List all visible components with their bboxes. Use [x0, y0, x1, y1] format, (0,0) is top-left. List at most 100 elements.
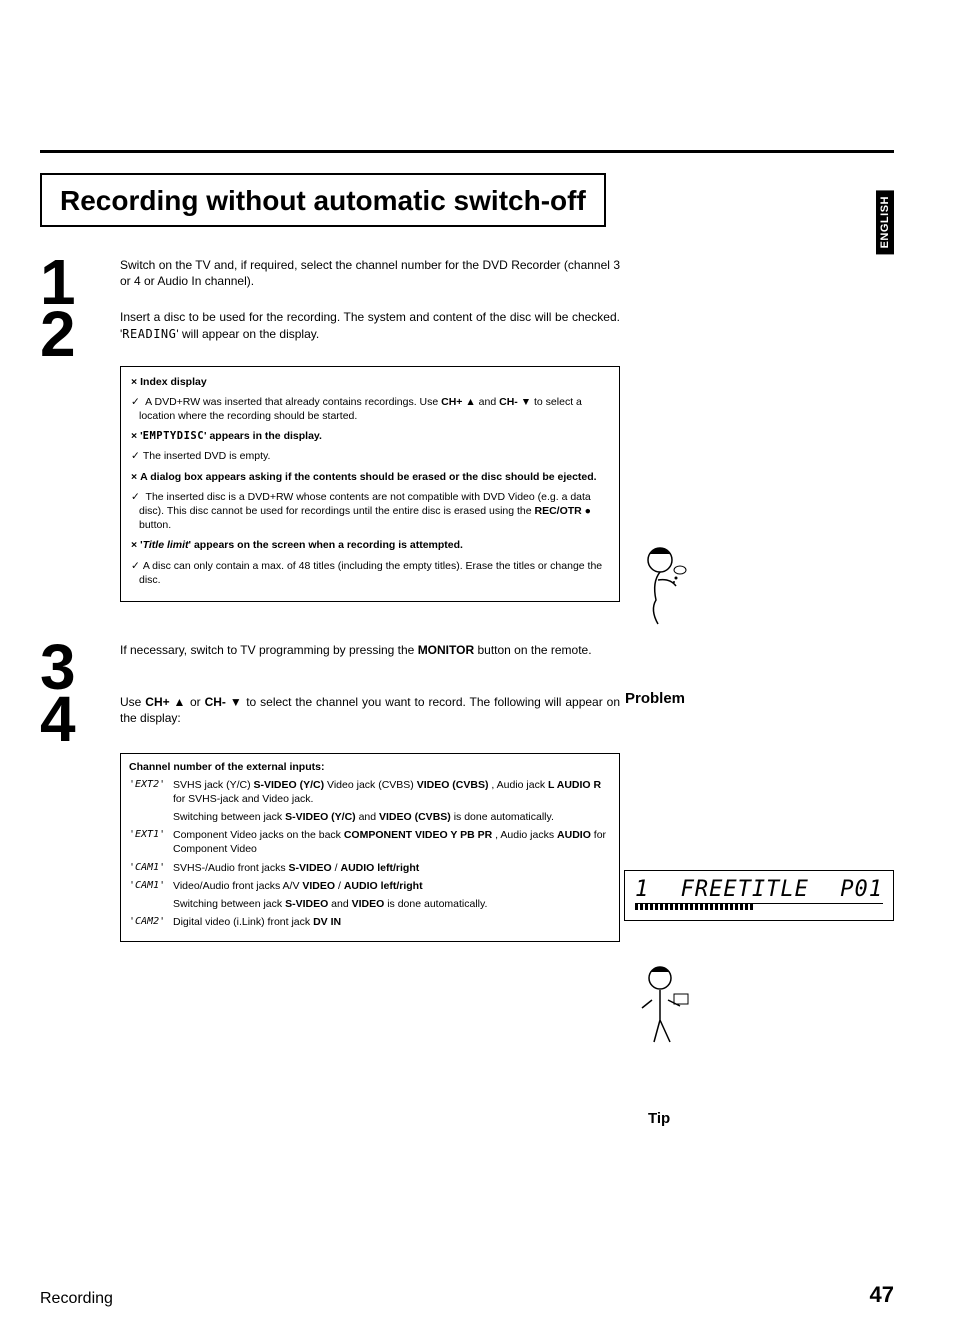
row-cam2: Digital video (i.Link) front jack DV IN — [173, 915, 611, 933]
r4xt: is done automatically. — [384, 898, 487, 910]
problem-info-box: Index display A DVD+RW was inserted that… — [120, 366, 620, 602]
pb-l4: A disc can only contain a max. of 48 tit… — [131, 559, 609, 587]
tip-label: Tip — [648, 1110, 670, 1127]
pb-l3: The inserted disc is a DVD+RW whose cont… — [131, 490, 609, 533]
pb-l1b2: CH- ▼ — [499, 396, 531, 408]
section-title-box: Recording without automatic switch-off — [40, 173, 606, 227]
r1t: for SVHS-jack and Video jack. — [173, 793, 313, 805]
code-cam2: 'CAM2' — [129, 915, 173, 933]
r1b2: VIDEO (CVBS) — [417, 779, 489, 791]
pb-h4i: Title limit — [143, 539, 189, 551]
row-cam1a: SVHS-/Audio front jacks S-VIDEO / AUDIO … — [173, 861, 611, 879]
s4m: or — [186, 695, 205, 709]
tipbox-table: 'EXT2' SVHS jack (Y/C) S-VIDEO (Y/C) Vid… — [129, 778, 611, 934]
pb-l1b1: CH+ ▲ — [441, 396, 476, 408]
display-underline — [635, 903, 883, 904]
pb-l3c: button. — [139, 519, 171, 531]
s3b: MONITOR — [418, 643, 474, 657]
s3a: If necessary, switch to TV programming b… — [120, 643, 418, 657]
page-footer: Recording 47 — [40, 1282, 894, 1308]
table-row: 'EXT1' Component Video jacks on the back… — [129, 828, 611, 860]
r4a: Video/Audio front jacks A/V — [173, 880, 302, 892]
r4xa: Switching between jack — [173, 898, 285, 910]
step-4-text: Use CH+ ▲ or CH- ▼ to select the channel… — [120, 694, 620, 726]
step-2-text-b: ' will appear on the display. — [176, 327, 319, 341]
pb-h1: Index display — [140, 376, 207, 388]
r4b1: VIDEO — [302, 880, 335, 892]
pb-h4b: ' appears on the screen when a recording… — [189, 539, 463, 551]
footer-page-number: 47 — [870, 1282, 894, 1308]
pb-l3a: The inserted disc is a DVD+RW whose cont… — [139, 491, 591, 517]
code-ext1: 'EXT1' — [129, 828, 173, 860]
r4xb1: S-VIDEO — [285, 898, 328, 910]
r3m: / — [332, 862, 341, 874]
r3a: SVHS-/Audio front jacks — [173, 862, 289, 874]
r5a: Digital video (i.Link) front jack — [173, 916, 313, 928]
r2a: Component Video jacks on the back — [173, 829, 344, 841]
tipbox-head: Channel number of the external inputs: — [129, 760, 611, 774]
pb-l3b: REC/OTR ● — [535, 505, 592, 517]
step-2-code: READING — [122, 327, 176, 341]
r1xb2: VIDEO (CVBS) — [379, 811, 451, 823]
row-ext2: SVHS jack (Y/C) S-VIDEO (Y/C) Video jack… — [173, 778, 611, 829]
r1xb1: S-VIDEO (Y/C) — [285, 811, 356, 823]
problem-label: Problem — [625, 690, 685, 707]
pb-h3: A dialog box appears asking if the conte… — [140, 471, 596, 483]
r3b1: S-VIDEO — [289, 862, 332, 874]
r1a: SVHS jack (Y/C) — [173, 779, 254, 791]
s4b1: CH+ ▲ — [145, 695, 186, 709]
x-icon — [131, 376, 140, 388]
r5b1: DV IN — [313, 916, 341, 928]
step-number-2: 2 — [40, 307, 120, 361]
pb-h2b: ' appears in the display. — [204, 430, 322, 442]
problem-figure-icon — [630, 540, 690, 630]
pb-l1: A DVD+RW was inserted that already conta… — [131, 395, 609, 423]
r4xm: and — [328, 898, 351, 910]
step-3-text: If necessary, switch to TV programming b… — [120, 642, 620, 658]
code-cam1b: 'CAM1' — [129, 879, 173, 915]
code-cam1a: 'CAM1' — [129, 861, 173, 879]
step-1-text: Switch on the TV and, if required, selec… — [120, 257, 620, 289]
lcd-display-panel: 1 FREETITLE P01 — [624, 870, 894, 921]
x-icon — [131, 539, 140, 551]
r1m1: Video jack (CVBS) — [324, 779, 417, 791]
footer-section: Recording — [40, 1290, 113, 1308]
r2b2: AUDIO — [557, 829, 591, 841]
section-title: Recording without automatic switch-off — [60, 185, 586, 217]
table-row: 'CAM2' Digital video (i.Link) front jack… — [129, 915, 611, 933]
tip-info-box: Channel number of the external inputs: '… — [120, 753, 620, 943]
r1b3: L AUDIO R — [548, 779, 601, 791]
step-2-text: Insert a disc to be used for the recordi… — [120, 309, 620, 341]
row-cam1b: Video/Audio front jacks A/V VIDEO / AUDI… — [173, 879, 611, 915]
table-row: 'CAM1' SVHS-/Audio front jacks S-VIDEO /… — [129, 861, 611, 879]
r1xa: Switching between jack — [173, 811, 285, 823]
s4a: Use — [120, 695, 145, 709]
display-track-num: 1 — [635, 877, 649, 902]
tip-figure-icon — [630, 960, 690, 1050]
pb-l2: The inserted DVD is empty. — [131, 449, 609, 463]
table-row: 'EXT2' SVHS jack (Y/C) S-VIDEO (Y/C) Vid… — [129, 778, 611, 829]
r4b2: AUDIO left/right — [344, 880, 423, 892]
table-row: 'CAM1' Video/Audio front jacks A/V VIDEO… — [129, 879, 611, 915]
s4b2: CH- ▼ — [205, 695, 243, 709]
x-icon — [131, 471, 140, 483]
r2b1: COMPONENT VIDEO Y PB PR — [344, 829, 492, 841]
display-progress-bar — [635, 904, 755, 910]
r1m2: , Audio jack — [488, 779, 548, 791]
top-rule — [40, 150, 894, 153]
code-ext2: 'EXT2' — [129, 778, 173, 829]
language-tab: ENGLISH — [876, 190, 894, 254]
display-program: P01 — [840, 877, 883, 902]
r2m: , Audio jacks — [492, 829, 557, 841]
r4m: / — [335, 880, 344, 892]
pb-l1mid: and — [476, 396, 499, 408]
r3b2: AUDIO left/right — [341, 862, 420, 874]
pb-h2code: EMPTYDISC — [143, 430, 204, 442]
step-number-4: 4 — [40, 692, 120, 746]
r1b1: S-VIDEO (Y/C) — [254, 779, 325, 791]
r4xb2: VIDEO — [352, 898, 385, 910]
r1xt: is done automatically. — [451, 811, 554, 823]
row-ext1: Component Video jacks on the back COMPON… — [173, 828, 611, 860]
x-icon — [131, 430, 140, 442]
pb-l1a: A DVD+RW was inserted that already conta… — [145, 396, 441, 408]
